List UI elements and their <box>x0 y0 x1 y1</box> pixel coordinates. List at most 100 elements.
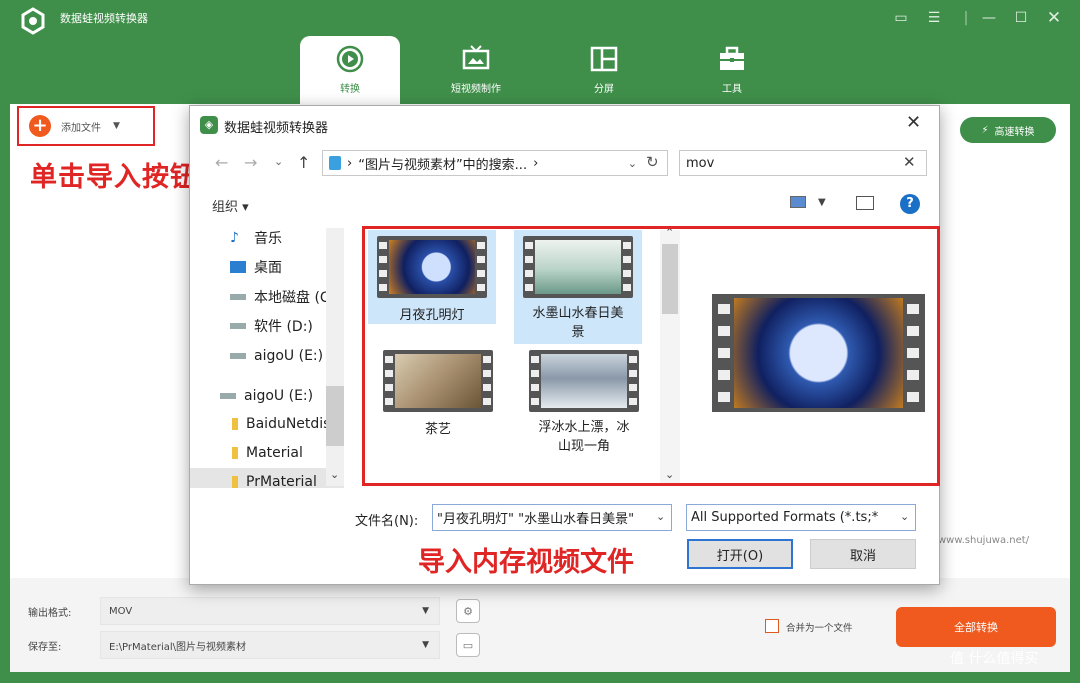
minimize-icon[interactable]: — <box>976 6 1002 30</box>
app-title: 数据蛙视频转换器 <box>60 12 148 25</box>
file-type-select[interactable]: All Supported Formats (*.ts;* <box>686 504 916 531</box>
chevron-down-icon[interactable]: ▼ <box>113 121 120 131</box>
chevron-right-icon: › <box>347 155 353 171</box>
output-format-select[interactable]: MOV ▼ <box>100 597 440 625</box>
nav-item-label: 桌面 <box>254 260 282 276</box>
convert-icon <box>336 45 364 73</box>
folder-icon <box>232 447 238 459</box>
merge-label: 合并为一个文件 <box>786 623 853 634</box>
tab-convert[interactable]: 转换 <box>300 36 400 104</box>
nav-item-drive-c[interactable]: 本地磁盘 (C:) <box>190 283 344 311</box>
split-screen-icon <box>590 46 618 72</box>
nav-item-drive-e-root[interactable]: aigoU (E:) <box>190 382 344 410</box>
tv-icon <box>462 45 490 70</box>
folder-icon <box>232 476 238 488</box>
navigation-pane: ♪ 音乐 桌面 本地磁盘 (C:) 软件 (D:) aigoU (E:) aigo… <box>190 224 344 488</box>
chevron-down-icon[interactable]: ▼ <box>818 197 826 208</box>
chevron-down-icon[interactable]: ⌄ <box>656 510 666 523</box>
cancel-button[interactable]: 取消 <box>810 539 916 569</box>
file-name-label: 文件名(N): <box>355 514 419 529</box>
address-bar[interactable]: › “图片与视频素材”中的搜索... › ⌄ <box>322 150 668 176</box>
chevron-down-icon: ▼ <box>422 606 429 616</box>
back-icon[interactable]: ← <box>215 153 228 172</box>
drive-icon <box>230 353 246 359</box>
search-input[interactable]: mov <box>679 150 927 176</box>
scroll-down-icon[interactable]: ⌄ <box>330 468 339 481</box>
chevron-down-icon[interactable]: ⌄ <box>900 510 910 523</box>
chevron-down-icon[interactable]: ⌄ <box>628 157 637 170</box>
output-format-label: 输出格式: <box>28 608 72 619</box>
recent-dropdown-icon[interactable]: ⌄ <box>274 155 283 168</box>
annotation-import-button: 单击导入按钮 <box>30 162 198 193</box>
output-format-value: MOV <box>109 605 133 617</box>
save-path-select[interactable]: E:\PrMaterial\图片与视频素材 ▼ <box>100 631 440 659</box>
feedback-icon[interactable]: ▭ <box>888 6 914 30</box>
format-settings-icon[interactable]: ⚙ <box>456 599 480 623</box>
tab-label: 短视频制作 <box>451 84 501 95</box>
nav-scrollbar[interactable] <box>326 228 344 486</box>
menu-icon[interactable]: ☰ <box>921 6 947 30</box>
app-logo <box>18 6 48 36</box>
drive-icon <box>230 323 246 329</box>
nav-item-drive-d[interactable]: 软件 (D:) <box>190 312 344 340</box>
nav-item-label: aigoU (E:) <box>244 388 314 404</box>
file-type-value: All Supported Formats (*.ts;* <box>691 510 879 525</box>
forward-icon[interactable]: → <box>244 153 257 172</box>
watermark-url: www.shujuwa.net/ <box>938 535 1030 546</box>
drive-icon <box>230 294 246 300</box>
close-icon[interactable]: ✕ <box>1041 6 1067 30</box>
nav-item-label: 软件 (D:) <box>254 319 313 335</box>
corner-watermark: 值 什么值得买 <box>950 651 1039 667</box>
toolbox-icon <box>720 46 744 70</box>
save-to-label: 保存至: <box>28 642 62 653</box>
tab-short-video[interactable]: 短视频制作 <box>426 36 526 104</box>
fast-convert-button[interactable]: ⚡ 高速转换 <box>960 117 1056 143</box>
save-path-value: E:\PrMaterial\图片与视频素材 <box>109 641 247 653</box>
folder-open-icon[interactable]: ▭ <box>456 633 480 657</box>
tab-split-screen[interactable]: 分屏 <box>554 36 654 104</box>
nav-scrollbar-thumb[interactable] <box>326 386 344 446</box>
dialog-app-icon: ◈ <box>200 116 218 134</box>
open-button[interactable]: 打开(O) <box>687 539 793 569</box>
nav-item-baidunetdisk[interactable]: BaiduNetdisk <box>190 410 344 438</box>
search-folder-icon <box>329 156 341 170</box>
dialog-title: 数据蛙视频转换器 <box>224 121 329 136</box>
organize-menu[interactable]: 组织 ▾ <box>212 196 249 215</box>
lightning-icon: ⚡ <box>981 124 989 136</box>
annotation-highlight-box <box>362 226 940 486</box>
music-icon: ♪ <box>230 230 239 246</box>
up-icon[interactable]: ↑ <box>297 153 310 172</box>
add-file-label: 添加文件 <box>61 122 101 134</box>
nav-item-label: aigoU (E:) <box>254 348 324 364</box>
tab-tools[interactable]: 工具 <box>682 36 782 104</box>
nav-item-material[interactable]: Material <box>190 439 344 467</box>
address-text: “图片与视频素材”中的搜索... <box>358 157 528 173</box>
convert-all-button[interactable]: 全部转换 <box>896 607 1056 647</box>
preview-pane-icon[interactable] <box>856 196 874 210</box>
fast-convert-label: 高速转换 <box>994 126 1035 138</box>
chevron-right-icon: › <box>533 155 539 171</box>
dialog-close-icon[interactable]: ✕ <box>906 112 921 133</box>
folder-icon <box>232 418 238 430</box>
nav-item-music[interactable]: ♪ 音乐 <box>190 224 344 252</box>
clear-search-icon[interactable]: ✕ <box>903 153 916 171</box>
nav-item-label: PrMaterial <box>246 474 317 488</box>
add-file-button[interactable]: + 添加文件 ▼ <box>17 106 155 146</box>
nav-item-label: 音乐 <box>254 231 282 247</box>
maximize-icon[interactable]: ☐ <box>1008 6 1034 30</box>
nav-item-label: BaiduNetdisk <box>246 416 339 432</box>
nav-item-drive-e[interactable]: aigoU (E:) <box>190 342 344 370</box>
nav-item-prmaterial[interactable]: PrMaterial <box>190 468 344 488</box>
merge-checkbox[interactable] <box>765 619 779 633</box>
annotation-import-files: 导入内存视频文件 <box>414 540 638 579</box>
plus-icon: + <box>29 115 51 137</box>
help-icon[interactable]: ? <box>900 194 920 214</box>
refresh-icon[interactable]: ↻ <box>646 153 659 171</box>
tab-label: 转换 <box>340 84 360 95</box>
nav-item-label: Material <box>246 445 303 461</box>
tab-label: 工具 <box>722 84 742 95</box>
nav-item-desktop[interactable]: 桌面 <box>190 253 344 281</box>
file-name-value: "月夜孔明灯" "水墨山水春日美景" <box>437 512 635 527</box>
view-mode-icon[interactable] <box>790 196 806 208</box>
file-name-input[interactable]: "月夜孔明灯" "水墨山水春日美景" <box>432 504 672 531</box>
